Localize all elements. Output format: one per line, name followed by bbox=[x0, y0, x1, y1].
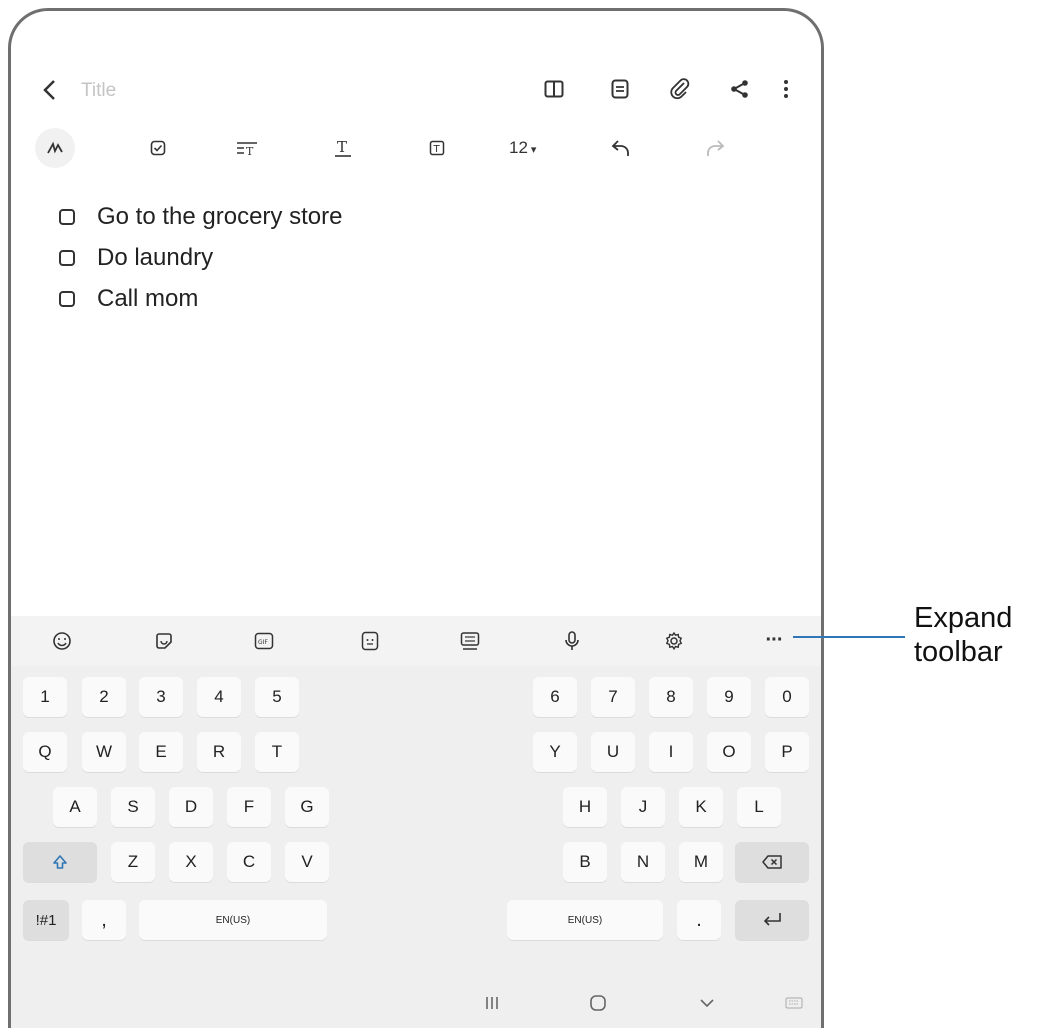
key[interactable]: S bbox=[111, 787, 155, 827]
key[interactable]: Y bbox=[533, 732, 577, 772]
bitmoji-icon[interactable] bbox=[357, 628, 383, 654]
checkbox-tool-icon[interactable] bbox=[144, 134, 172, 162]
key[interactable]: N bbox=[621, 842, 665, 882]
checkbox[interactable] bbox=[59, 208, 75, 225]
key[interactable]: F bbox=[227, 787, 271, 827]
recent-apps-icon[interactable] bbox=[479, 990, 505, 1016]
backspace-icon bbox=[762, 855, 782, 869]
text-style-icon[interactable]: T bbox=[233, 134, 261, 162]
shift-icon bbox=[53, 855, 67, 869]
keyboard-toolbar: GIF ··· bbox=[11, 616, 821, 666]
key[interactable]: 0 bbox=[765, 677, 809, 717]
key[interactable]: P bbox=[765, 732, 809, 772]
space-bar-right[interactable]: EN(US) bbox=[507, 900, 663, 940]
redo-icon[interactable] bbox=[701, 134, 729, 162]
key[interactable]: 6 bbox=[533, 677, 577, 717]
text-format-icon[interactable]: T bbox=[329, 134, 357, 162]
backspace-key[interactable] bbox=[735, 842, 809, 882]
checklist: Go to the grocery store Do laundry Call … bbox=[59, 196, 342, 319]
key[interactable]: J bbox=[621, 787, 665, 827]
callout-line bbox=[793, 636, 905, 638]
svg-text:T: T bbox=[337, 138, 347, 156]
svg-text:T: T bbox=[433, 144, 441, 155]
sticker-icon[interactable] bbox=[151, 628, 177, 654]
key[interactable]: U bbox=[591, 732, 635, 772]
key[interactable]: A bbox=[53, 787, 97, 827]
callout-line-2: toolbar bbox=[914, 636, 1003, 668]
callout-line-1: Expand bbox=[914, 602, 1013, 634]
enter-icon bbox=[763, 913, 781, 926]
key[interactable]: D bbox=[169, 787, 213, 827]
space-bar-left[interactable]: EN(US) bbox=[139, 900, 327, 940]
key[interactable]: 9 bbox=[707, 677, 751, 717]
key[interactable]: 3 bbox=[139, 677, 183, 717]
list-item[interactable]: Do laundry bbox=[59, 237, 342, 278]
checkbox[interactable] bbox=[59, 290, 75, 307]
keyboard-mode-icon[interactable] bbox=[457, 628, 483, 654]
undo-icon[interactable] bbox=[607, 134, 635, 162]
font-size-value: 12 bbox=[509, 138, 528, 157]
symbols-key[interactable]: !#1 bbox=[23, 900, 69, 940]
key[interactable]: M bbox=[679, 842, 723, 882]
key[interactable]: G bbox=[285, 787, 329, 827]
key[interactable]: Q bbox=[23, 732, 67, 772]
key[interactable]: V bbox=[285, 842, 329, 882]
app-bar: Title bbox=[11, 66, 821, 116]
keyboard: GIF ··· 1 2 3 4 5 6 7 8 9 0 Q W E R T Y … bbox=[11, 616, 821, 1028]
emoji-icon[interactable] bbox=[49, 628, 75, 654]
hide-keyboard-icon[interactable] bbox=[694, 990, 720, 1016]
key[interactable]: 8 bbox=[649, 677, 693, 717]
svg-text:GIF: GIF bbox=[258, 639, 268, 646]
key[interactable]: Z bbox=[111, 842, 155, 882]
key[interactable]: 4 bbox=[197, 677, 241, 717]
split-view-icon[interactable] bbox=[539, 74, 569, 104]
device-frame: Title T T T 12 ▾ Go to the grocery store… bbox=[8, 8, 824, 1028]
key[interactable]: 1 bbox=[23, 677, 67, 717]
svg-text:T: T bbox=[246, 145, 254, 156]
navigation-bar bbox=[11, 984, 821, 1024]
title-input[interactable]: Title bbox=[81, 80, 116, 102]
attach-icon[interactable] bbox=[665, 74, 695, 104]
gear-icon[interactable] bbox=[661, 628, 687, 654]
checkbox[interactable] bbox=[59, 249, 75, 266]
key[interactable]: C bbox=[227, 842, 271, 882]
key[interactable]: W bbox=[82, 732, 126, 772]
microphone-icon[interactable] bbox=[559, 628, 585, 654]
reading-mode-icon[interactable] bbox=[605, 74, 635, 104]
list-item[interactable]: Call mom bbox=[59, 278, 342, 319]
keyboard-switch-icon[interactable] bbox=[781, 992, 807, 1014]
expand-toolbar-callout: Expand toolbar bbox=[914, 601, 1012, 669]
handwriting-pen-icon[interactable] bbox=[35, 128, 75, 168]
key[interactable]: I bbox=[649, 732, 693, 772]
expand-toolbar-button[interactable]: ··· bbox=[759, 626, 789, 654]
key[interactable]: T bbox=[255, 732, 299, 772]
period-key[interactable]: . bbox=[677, 900, 721, 940]
key[interactable]: O bbox=[707, 732, 751, 772]
gif-icon[interactable]: GIF bbox=[251, 628, 277, 654]
shift-key[interactable] bbox=[23, 842, 97, 882]
enter-key[interactable] bbox=[735, 900, 809, 940]
home-icon[interactable] bbox=[585, 990, 611, 1016]
chevron-down-icon: ▾ bbox=[530, 144, 537, 156]
key[interactable]: H bbox=[563, 787, 607, 827]
key[interactable]: 2 bbox=[82, 677, 126, 717]
key[interactable]: R bbox=[197, 732, 241, 772]
key[interactable]: K bbox=[679, 787, 723, 827]
key[interactable]: 7 bbox=[591, 677, 635, 717]
key[interactable]: 5 bbox=[255, 677, 299, 717]
share-icon[interactable] bbox=[725, 74, 755, 104]
text-box-icon[interactable]: T bbox=[423, 134, 451, 162]
font-size-selector[interactable]: 12 ▾ bbox=[509, 138, 536, 158]
key[interactable]: L bbox=[737, 787, 781, 827]
back-arrow-icon[interactable] bbox=[35, 72, 65, 108]
key[interactable]: B bbox=[563, 842, 607, 882]
format-toolbar: T T T 12 ▾ bbox=[11, 124, 821, 172]
more-options-icon[interactable] bbox=[771, 74, 801, 104]
comma-key[interactable]: , bbox=[82, 900, 126, 940]
key[interactable]: E bbox=[139, 732, 183, 772]
key[interactable]: X bbox=[169, 842, 213, 882]
list-item[interactable]: Go to the grocery store bbox=[59, 196, 342, 237]
